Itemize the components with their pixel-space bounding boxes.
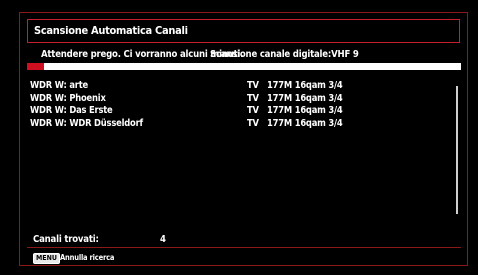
channel-name: WDR W: arte	[30, 80, 88, 91]
channel-list: WDR W: arte TV 177M 16qam 3/4 WDR W: Pho…	[30, 80, 390, 130]
list-item[interactable]: WDR W: arte TV 177M 16qam 3/4	[30, 80, 390, 93]
channel-info: 177M 16qam 3/4	[267, 92, 343, 104]
channel-name: WDR W: Phoenix	[30, 92, 106, 104]
dialog-title: Scansione Automatica Canali	[34, 24, 188, 37]
channel-info: 177M 16qam 3/4	[267, 105, 343, 116]
scan-status: Scansione canale digitale:VHF 9	[210, 49, 359, 60]
menu-key-icon[interactable]: MENU	[33, 253, 60, 264]
channel-type: TV	[247, 105, 259, 116]
channels-found-count: 4	[160, 234, 166, 245]
channel-name: WDR W: WDR Düsseldorf	[30, 117, 143, 129]
channels-found-label: Canali trovati:	[33, 234, 99, 245]
channel-name: WDR W: Das Erste	[30, 105, 113, 116]
list-item[interactable]: WDR W: Das Erste TV 177M 16qam 3/4	[30, 105, 390, 118]
footer-divider	[27, 247, 461, 248]
channel-type: TV	[247, 92, 259, 104]
channel-info: 177M 16qam 3/4	[267, 117, 343, 129]
list-item[interactable]: WDR W: WDR Düsseldorf TV 177M 16qam 3/4	[30, 118, 390, 131]
scan-progress-fill	[27, 63, 45, 70]
scan-progress-bar	[27, 63, 461, 70]
channel-type: TV	[247, 80, 259, 91]
list-item[interactable]: WDR W: Phoenix TV 177M 16qam 3/4	[30, 93, 390, 106]
cancel-search-hint: Annulla ricerca	[60, 253, 115, 262]
channel-list-scrollbar[interactable]	[456, 86, 458, 214]
dialog-title-bar: Scansione Automatica Canali	[27, 19, 460, 43]
channel-type: TV	[247, 117, 259, 129]
channel-info: 177M 16qam 3/4	[267, 80, 343, 91]
